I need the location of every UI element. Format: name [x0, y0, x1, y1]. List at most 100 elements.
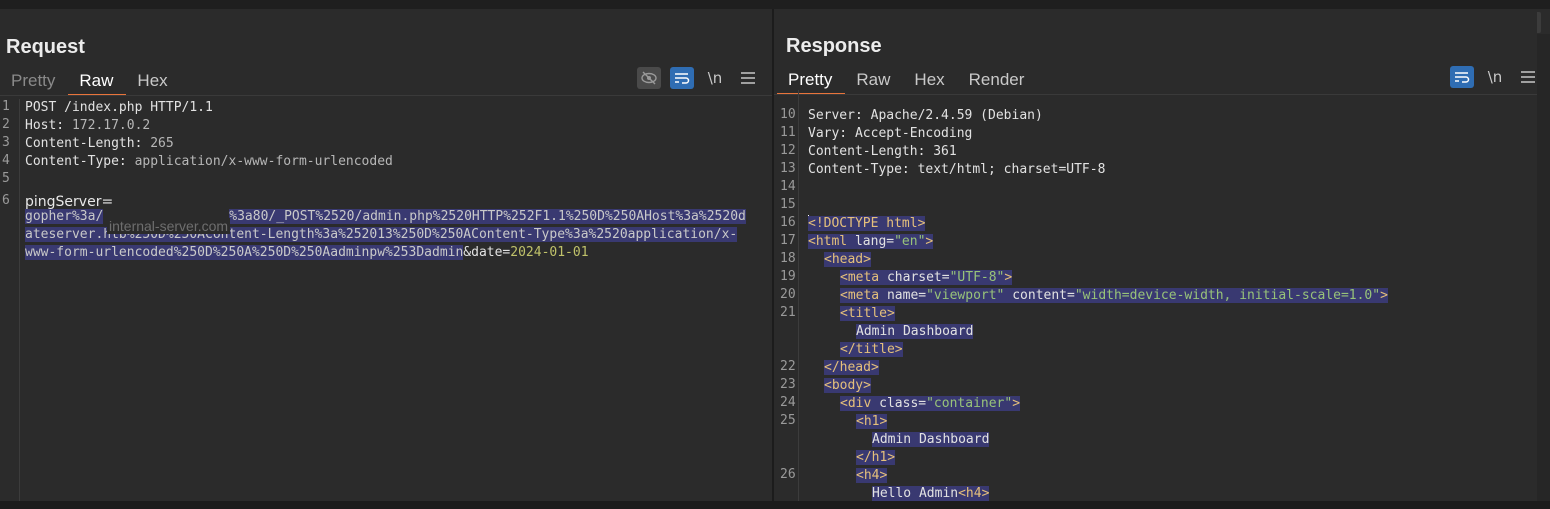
line-number: 24 [780, 395, 796, 410]
code-token: content= [1004, 288, 1075, 303]
code-token: "width=device-width, initial-scale=1.0" [1074, 288, 1381, 303]
hover-tooltip: internal-server.com [107, 218, 231, 234]
request-line: Host: 172.17.0.2 [25, 117, 150, 135]
request-editor[interactable]: 1 2 3 4 5 6 POST /index.php HTTP/1.1 Hos… [0, 99, 772, 501]
header-value: 172.17.0.2 [71, 118, 151, 133]
response-header-line: Server: Apache/2.4.59 (Debian) [808, 108, 1043, 123]
line-number: 2 [2, 117, 10, 132]
line-number: 3 [2, 135, 10, 150]
code-token: > [1380, 288, 1388, 303]
line-number: 18 [780, 251, 796, 266]
response-html-line: <div class="container"> [840, 395, 1021, 413]
code-token: <h4> [856, 468, 888, 483]
newline-toggle[interactable]: \n [1483, 66, 1507, 88]
code-token: "en" [894, 234, 926, 249]
code-token: <div [840, 396, 880, 411]
response-html-line: Admin Dashboard [872, 431, 990, 449]
code-token: </h1> [856, 450, 896, 465]
tab-raw[interactable]: Raw [68, 67, 127, 96]
tab-pretty[interactable]: Pretty [0, 67, 68, 94]
response-tabs: Pretty Raw Hex Render [777, 66, 1038, 95]
line-number: 23 [780, 377, 796, 392]
header-key: Content-Type: [25, 154, 135, 169]
line-number: 1 [2, 99, 10, 114]
code-token: <body> [824, 378, 871, 393]
response-html-line: <head> [824, 251, 871, 269]
code-token: "viewport" [926, 288, 1005, 303]
request-body-line: www-form-urlencoded%250D%250A%250D%250Aa… [25, 244, 589, 262]
code-token: class= [879, 396, 927, 411]
code-token: charset= [886, 270, 950, 285]
response-html-line: <body> [824, 377, 871, 395]
line-number: 16 [780, 215, 796, 230]
response-title: Response [786, 35, 882, 57]
line-number: 11 [780, 125, 796, 140]
tab-pretty[interactable]: Pretty [777, 66, 846, 95]
line-number: 20 [780, 287, 796, 302]
wrap-lines-icon[interactable] [670, 67, 694, 89]
response-html-line: </head> [824, 359, 879, 377]
response-editor[interactable]: 10 11 12 13 14 15 16 17 18 19 20 21 22 23 24 25 26 Serve… [774, 90, 1537, 501]
response-html-line: <meta name="viewport" content="width=dev… [840, 287, 1388, 305]
scrollbar-track[interactable] [1537, 34, 1550, 501]
request-toolbar: \n [637, 67, 760, 89]
request-tabs: Pretty Raw Hex [0, 67, 181, 96]
request-line: Content-Type: application/x-www-form-url… [25, 153, 393, 171]
line-number: 14 [780, 179, 796, 194]
line-number: 19 [780, 269, 796, 284]
header-key: Content-Length: [25, 136, 151, 151]
code-token: <!DOCTYPE html> [808, 216, 926, 231]
response-html-line: <meta charset="UTF-8"> [840, 269, 1013, 287]
line-number: 21 [780, 305, 796, 320]
menu-icon[interactable] [1516, 66, 1537, 88]
response-html-line: </title> [840, 341, 903, 359]
code-token: "container" [926, 396, 1013, 411]
tab-hex[interactable]: Hex [903, 66, 957, 93]
body-selected-text: gopher%3a/ [25, 209, 104, 224]
line-number: 25 [780, 413, 796, 428]
code-token: <h1> [856, 414, 888, 429]
line-number: 6 [2, 193, 10, 208]
tab-render[interactable]: Render [958, 66, 1038, 93]
code-token: <meta [840, 270, 887, 285]
request-gutter: 1 2 3 4 5 6 [0, 99, 20, 501]
line-number: 17 [780, 233, 796, 248]
menu-icon[interactable] [736, 67, 760, 89]
code-token: Admin Dashboard [856, 324, 974, 339]
request-line: Content-Length: 265 [25, 135, 174, 153]
line-number: 10 [780, 107, 796, 122]
response-header-line: Vary: Accept-Encoding [808, 126, 973, 141]
code-token: <html [808, 234, 855, 249]
tab-raw[interactable]: Raw [845, 66, 903, 93]
line-number: 12 [780, 143, 796, 158]
body-selected-text: %3a80/_POST%2520/admin.php%2520HTTP%252F… [229, 209, 746, 224]
wrap-lines-icon[interactable] [1450, 66, 1474, 88]
tab-hex[interactable]: Hex [126, 67, 180, 94]
code-token: <head> [824, 252, 871, 267]
header-key: Host: [25, 118, 72, 133]
line-number: 5 [2, 171, 10, 186]
response-toolbar: \n [1450, 66, 1537, 88]
response-header-line: Content-Type: text/html; charset=UTF-8 [808, 162, 1106, 177]
line-number: 4 [2, 153, 10, 168]
code-token: > [1012, 396, 1021, 411]
code-token: > [925, 234, 934, 249]
response-html-line: <h1> [856, 413, 888, 431]
code-token: name= [886, 288, 927, 303]
bottom-bar [0, 501, 1550, 509]
line-number: 15 [780, 197, 796, 212]
body-selected-text: www-form-urlencoded%250D%250A%250D%250Aa… [25, 245, 464, 260]
hide-nonprintable-icon[interactable] [637, 67, 661, 89]
newline-toggle[interactable]: \n [703, 67, 727, 89]
line-number: 26 [780, 467, 796, 482]
request-tab-divider [0, 95, 772, 96]
code-token: lang= [854, 234, 895, 249]
line-number: 13 [780, 161, 796, 176]
code-token: > [1004, 270, 1013, 285]
request-title: Request [6, 36, 85, 58]
code-token: <meta [840, 288, 887, 303]
code-token: <title> [840, 306, 895, 321]
code-token: Admin Dashboard [872, 432, 990, 447]
response-pane: Response Pretty Raw Hex Render \n 10 11 12… [774, 9, 1537, 501]
response-html-line: <!DOCTYPE html> [808, 215, 926, 233]
